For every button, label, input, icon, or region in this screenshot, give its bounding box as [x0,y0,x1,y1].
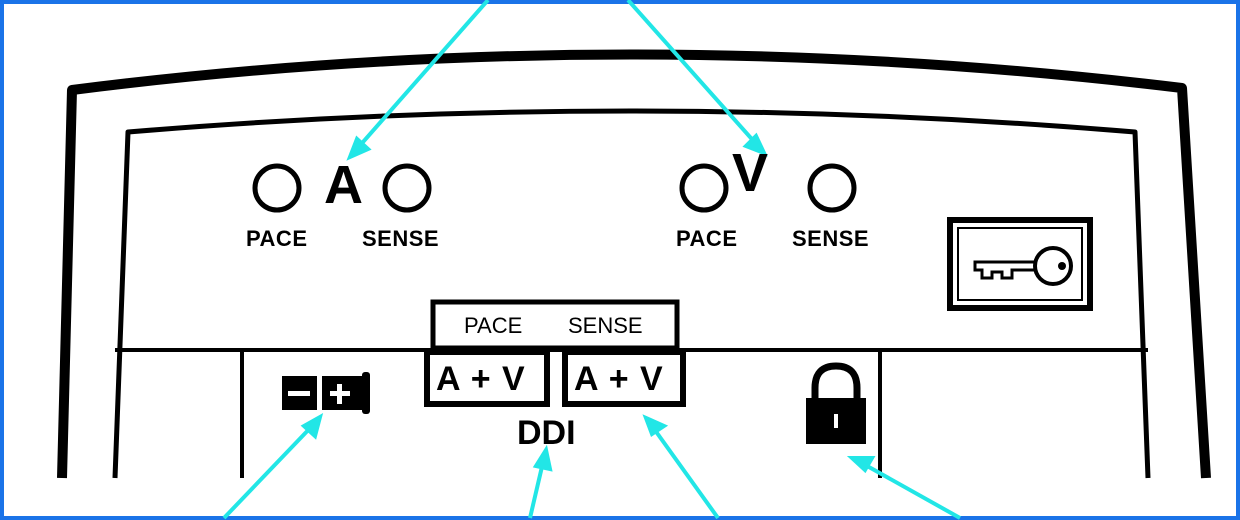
atrial-pace-label: PACE [246,226,308,251]
key-icon [947,217,1093,311]
battery-icon [282,372,370,414]
atrial-pace-led [252,163,302,213]
lock-icon [806,362,866,444]
ventricular-pace-led [679,163,729,213]
ventricular-sense-led [807,163,857,213]
ddi-header-sense: SENSE [568,313,643,338]
ventricular-chamber-label: V [732,143,769,203]
arrow-battery [222,422,316,520]
atrial-chamber-label: A [324,155,363,215]
pace-av-value: A + V [436,360,526,398]
ventricular-sense-label: SENSE [792,226,870,251]
arrow-ventricular [626,0,760,148]
arrow-atrial [354,0,490,152]
ventricular-pace-label: PACE [676,226,738,251]
ddi-mode-label: DDI [517,414,576,452]
arrow-lock [859,460,961,520]
ddi-header-pace: PACE [464,313,523,338]
pacemaker-panel-diagram: A PACE SENSE V PACE SENSE PACE SENSE A +… [0,0,1240,520]
atrial-sense-led [382,163,432,213]
atrial-sense-label: SENSE [362,226,440,251]
sense-av-value: A + V [574,360,664,398]
arrow-sense [650,424,720,520]
diagram-canvas [0,0,1240,520]
